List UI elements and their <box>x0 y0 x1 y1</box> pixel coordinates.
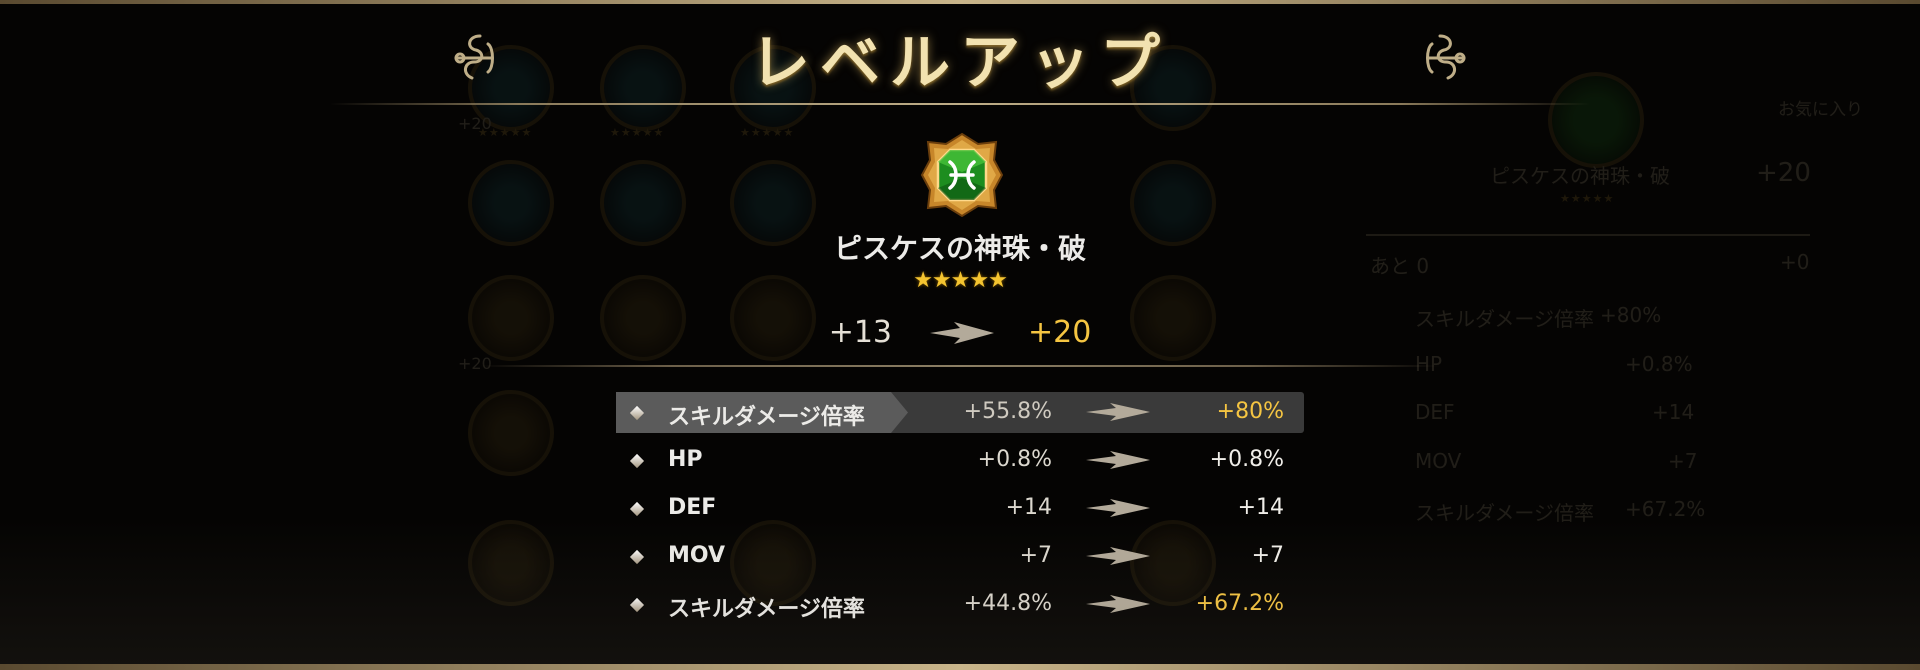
stat-change-list: スキルダメージ倍率 +55.8% +80% HP +0.8% +0.8% DEF… <box>616 391 1304 631</box>
arrow-right-icon <box>1086 595 1150 613</box>
background-panel-stat-value: +7 <box>1668 449 1698 473</box>
stat-value-before: +0.8% <box>977 447 1052 472</box>
title-divider <box>330 103 1590 105</box>
background-panel-item-name: ピスケスの神珠・破 <box>1490 164 1670 188</box>
item-rarity-stars: ★★★★★ <box>913 268 1008 293</box>
background-panel-stat-label: MOV <box>1415 449 1462 473</box>
stat-label: スキルダメージ倍率 <box>668 405 865 430</box>
stat-value-before: +55.8% <box>963 399 1052 424</box>
section-divider <box>480 365 1440 367</box>
stat-value-after: +7 <box>1251 543 1284 568</box>
stat-row: スキルダメージ倍率 +55.8% +80% <box>616 391 1304 439</box>
stat-label: HP <box>668 447 703 472</box>
arrow-right-icon <box>1086 499 1150 517</box>
background-panel-stat-label: スキルダメージ倍率 <box>1415 501 1594 525</box>
stat-value-after: +0.8% <box>1209 447 1284 472</box>
stat-row: MOV +7 +7 <box>616 535 1304 583</box>
stat-value-before: +44.8% <box>963 591 1052 616</box>
stat-value-before: +7 <box>1019 543 1052 568</box>
background-stars: ★★★★★ <box>1560 192 1615 205</box>
pisces-gem-icon <box>920 132 1004 218</box>
background-panel-stat-label: スキルダメージ倍率 <box>1415 307 1594 331</box>
background-stars: ★★★★★ <box>740 126 795 139</box>
arrow-right-icon <box>1086 451 1150 469</box>
arrow-right-icon <box>1086 403 1150 421</box>
stat-value-after: +80% <box>1216 399 1284 424</box>
stat-value-after: +14 <box>1237 495 1284 520</box>
background-level-label: +20 <box>458 354 492 373</box>
level-before: +13 <box>828 315 892 350</box>
frame-bottom-border <box>0 664 1920 670</box>
background-gem-icon <box>468 390 554 476</box>
stat-value-before: +14 <box>1005 495 1052 520</box>
bullet-diamond-icon <box>629 597 645 613</box>
bullet-diamond-icon <box>629 453 645 469</box>
stat-label: MOV <box>668 543 726 568</box>
background-panel-stat-label: DEF <box>1415 400 1455 424</box>
background-panel-level: +20 <box>1756 158 1811 188</box>
stat-label: スキルダメージ倍率 <box>668 597 865 622</box>
background-panel-stat-value: +80% <box>1600 303 1662 327</box>
background-gem-icon <box>468 520 554 606</box>
stat-label: DEF <box>668 495 717 520</box>
arrow-right-icon <box>1086 547 1150 565</box>
bullet-diamond-icon <box>629 501 645 517</box>
level-arrow-icon <box>930 322 994 344</box>
page-title: レベルアップ <box>750 28 1170 98</box>
background-panel-stat-value: +67.2% <box>1625 497 1706 521</box>
background-panel-stat-value: +14 <box>1652 400 1695 424</box>
background-panel-stat-label: HP <box>1415 352 1443 376</box>
stat-row: スキルダメージ倍率 +44.8% +67.2% <box>616 583 1304 631</box>
stat-value-after: +67.2% <box>1195 591 1284 616</box>
background-level-label: +20 <box>458 114 492 133</box>
background-stars: ★★★★★ <box>610 126 665 139</box>
level-after: +20 <box>1028 315 1092 350</box>
bullet-diamond-icon <box>629 549 645 565</box>
background-panel-stat-value: +0.8% <box>1625 352 1693 376</box>
stat-row: HP +0.8% +0.8% <box>616 439 1304 487</box>
item-name: ピスケスの神珠・破 <box>833 232 1086 265</box>
stat-row: DEF +14 +14 <box>616 487 1304 535</box>
